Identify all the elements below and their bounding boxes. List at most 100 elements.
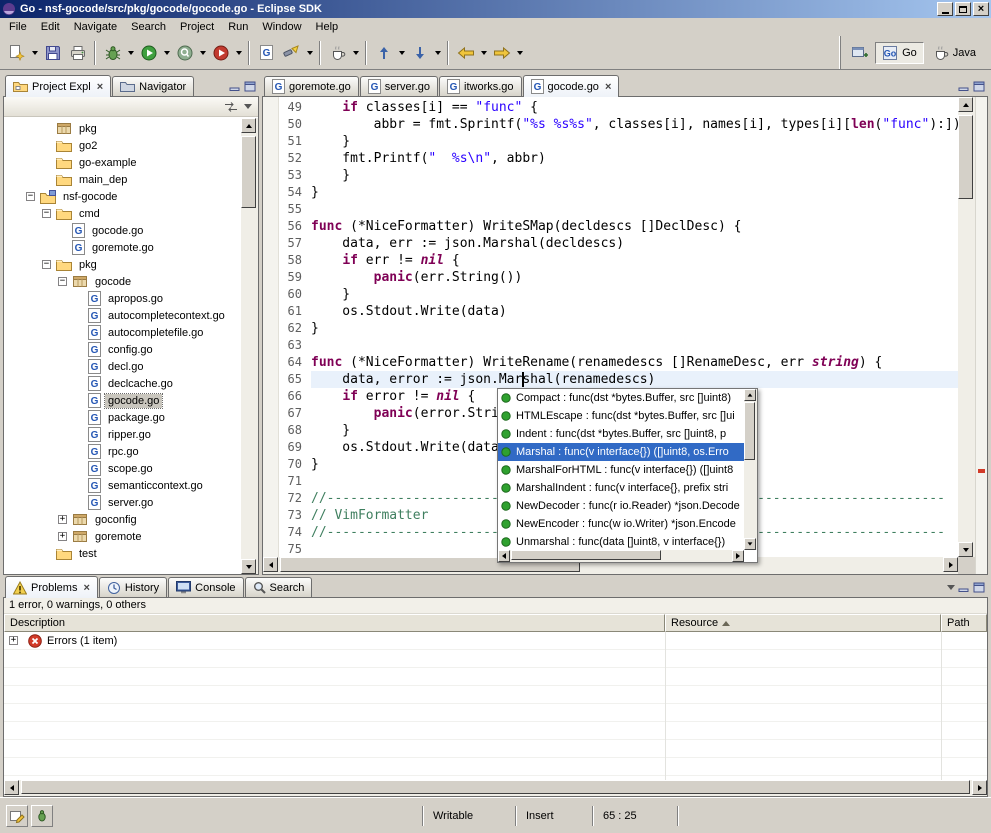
menu-project[interactable]: Project	[173, 19, 221, 35]
next-annotation-dropdown-icon[interactable]	[432, 40, 443, 65]
maximize-editor-icon[interactable]	[973, 81, 985, 92]
tree-item-gocode[interactable]: −gocode	[4, 273, 241, 290]
scroll-left-icon[interactable]	[498, 550, 510, 562]
problems-horizontal-scrollbar[interactable]	[4, 780, 987, 796]
collapse-icon[interactable]: −	[42, 260, 51, 269]
expand-icon[interactable]: +	[58, 515, 67, 524]
menu-help[interactable]: Help	[309, 19, 346, 35]
tree-item-declcache-go[interactable]: Gdeclcache.go	[4, 375, 241, 392]
column-header-resource[interactable]: Resource	[665, 614, 941, 632]
scroll-up-icon[interactable]	[744, 389, 756, 401]
scroll-right-icon[interactable]	[943, 557, 958, 572]
scroll-right-icon[interactable]	[972, 780, 987, 795]
code-line-56[interactable]: func (*NiceFormatter) WriteSMap(decldesc…	[311, 218, 958, 235]
completion-indent[interactable]: Indent : func(dst *bytes.Buffer, src []u…	[498, 425, 744, 443]
completion-htmlescape[interactable]: HTMLEscape : func(dst *bytes.Buffer, src…	[498, 407, 744, 425]
tree-item-apropos-go[interactable]: Gapropos.go	[4, 290, 241, 307]
tree-item-test[interactable]: test	[4, 545, 241, 562]
view-tab-history[interactable]: History	[99, 577, 167, 597]
popup-vertical-scrollbar[interactable]	[744, 389, 757, 550]
error-marker[interactable]	[978, 469, 985, 473]
fast-view-icon[interactable]	[6, 805, 28, 827]
completion-marshalindent[interactable]: MarshalIndent : func(v interface{}, pref…	[498, 479, 744, 497]
java-fast-view-icon[interactable]	[31, 805, 53, 827]
maximize-window-icon[interactable]	[955, 2, 971, 16]
tree-item-decl-go[interactable]: Gdecl.go	[4, 358, 241, 375]
tree-item-goremote[interactable]: +goremote	[4, 528, 241, 545]
code-line-53[interactable]: }	[311, 167, 958, 184]
minimize-editor-icon[interactable]	[958, 81, 970, 92]
code-line-60[interactable]: }	[311, 286, 958, 303]
completion-compact[interactable]: Compact : func(dst *bytes.Buffer, src []…	[498, 389, 744, 407]
close-tab-icon[interactable]: ×	[83, 583, 89, 593]
code-line-57[interactable]: data, err := json.Marshal(decldescs)	[311, 235, 958, 252]
code-line-49[interactable]: if classes[i] == "func" {	[311, 99, 958, 116]
tree-item-nsf-gocode[interactable]: −nsf-gocode	[4, 188, 241, 205]
collapse-icon[interactable]: −	[58, 277, 67, 286]
collapse-icon[interactable]: −	[42, 209, 51, 218]
column-header-path[interactable]: Path	[941, 614, 987, 632]
back-history-dropdown-icon[interactable]	[478, 40, 489, 65]
search-dropdown-icon[interactable]	[304, 40, 315, 65]
minimize-window-icon[interactable]	[937, 2, 953, 16]
tree-item-ripper-go[interactable]: Gripper.go	[4, 426, 241, 443]
tree-item-pkg[interactable]: −pkg	[4, 256, 241, 273]
scroll-up-icon[interactable]	[241, 118, 256, 133]
new-java-element-dropdown-icon[interactable]	[350, 40, 361, 65]
view-menu-icon[interactable]	[244, 104, 252, 109]
previous-annotation-dropdown-icon[interactable]	[396, 40, 407, 65]
run-coverage-button[interactable]	[172, 40, 197, 65]
minimize-view-icon[interactable]	[229, 81, 241, 92]
save-button[interactable]	[40, 40, 65, 65]
run-profile-button[interactable]	[208, 40, 233, 65]
completion-marshal[interactable]: Marshal : func(v interface{}) ([]uint8, …	[498, 443, 744, 461]
tree-item-autocompletefile-go[interactable]: Gautocompletefile.go	[4, 324, 241, 341]
run-coverage-dropdown-icon[interactable]	[197, 40, 208, 65]
expand-icon[interactable]: +	[58, 532, 67, 541]
view-tab-project-expl[interactable]: Project Expl×	[5, 75, 111, 97]
print-button[interactable]	[65, 40, 90, 65]
column-divider[interactable]	[941, 632, 942, 780]
scroll-right-icon[interactable]	[732, 550, 744, 562]
back-history-button[interactable]	[453, 40, 478, 65]
code-line-54[interactable]: }	[311, 184, 958, 201]
perspective-go[interactable]: GoGo	[875, 42, 924, 64]
code-line-61[interactable]: os.Stdout.Write(data)	[311, 303, 958, 320]
editor-tab-gocode-go[interactable]: Ggocode.go×	[523, 75, 620, 97]
tree-item-rpc-go[interactable]: Grpc.go	[4, 443, 241, 460]
run-button[interactable]	[136, 40, 161, 65]
new-wizard-button[interactable]	[4, 40, 29, 65]
completion-unmarshal[interactable]: Unmarshal : func(data []uint8, v interfa…	[498, 533, 744, 550]
view-menu-icon[interactable]	[947, 585, 955, 590]
menu-search[interactable]: Search	[124, 19, 173, 35]
tree-item-cmd[interactable]: −cmd	[4, 205, 241, 222]
run-profile-dropdown-icon[interactable]	[233, 40, 244, 65]
problems-row-errors-1-item[interactable]: +Errors (1 item)	[4, 632, 987, 650]
view-tab-navigator[interactable]: Navigator	[112, 76, 194, 96]
editor-tab-server-go[interactable]: Gserver.go	[360, 76, 438, 96]
previous-annotation-button[interactable]	[371, 40, 396, 65]
tree-item-go-example[interactable]: go-example	[4, 154, 241, 171]
code-line-62[interactable]: }	[311, 320, 958, 337]
code-line-59[interactable]: panic(err.String())	[311, 269, 958, 286]
editor-tab-itworks-go[interactable]: Gitworks.go	[439, 76, 522, 96]
tree-item-semanticcontext-go[interactable]: Gsemanticcontext.go	[4, 477, 241, 494]
code-line-64[interactable]: func (*NiceFormatter) WriteRename(rename…	[311, 354, 958, 371]
debug-dropdown-icon[interactable]	[125, 40, 136, 65]
code-line-55[interactable]	[311, 201, 958, 218]
tree-item-main-dep[interactable]: main_dep	[4, 171, 241, 188]
close-tab-icon[interactable]: ×	[97, 82, 103, 92]
code-line-51[interactable]: }	[311, 133, 958, 150]
editor-tab-goremote-go[interactable]: Ggoremote.go	[264, 76, 359, 96]
new-wizard-dropdown-icon[interactable]	[29, 40, 40, 65]
tree-item-config-go[interactable]: Gconfig.go	[4, 341, 241, 358]
view-tab-problems[interactable]: Problems×	[5, 576, 98, 598]
code-line-63[interactable]	[311, 337, 958, 354]
run-dropdown-icon[interactable]	[161, 40, 172, 65]
menu-navigate[interactable]: Navigate	[67, 19, 124, 35]
collapse-icon[interactable]: −	[26, 192, 35, 201]
debug-button[interactable]	[100, 40, 125, 65]
view-tab-search[interactable]: Search	[245, 577, 313, 597]
link-with-editor-icon[interactable]	[224, 100, 238, 113]
menu-run[interactable]: Run	[221, 19, 255, 35]
